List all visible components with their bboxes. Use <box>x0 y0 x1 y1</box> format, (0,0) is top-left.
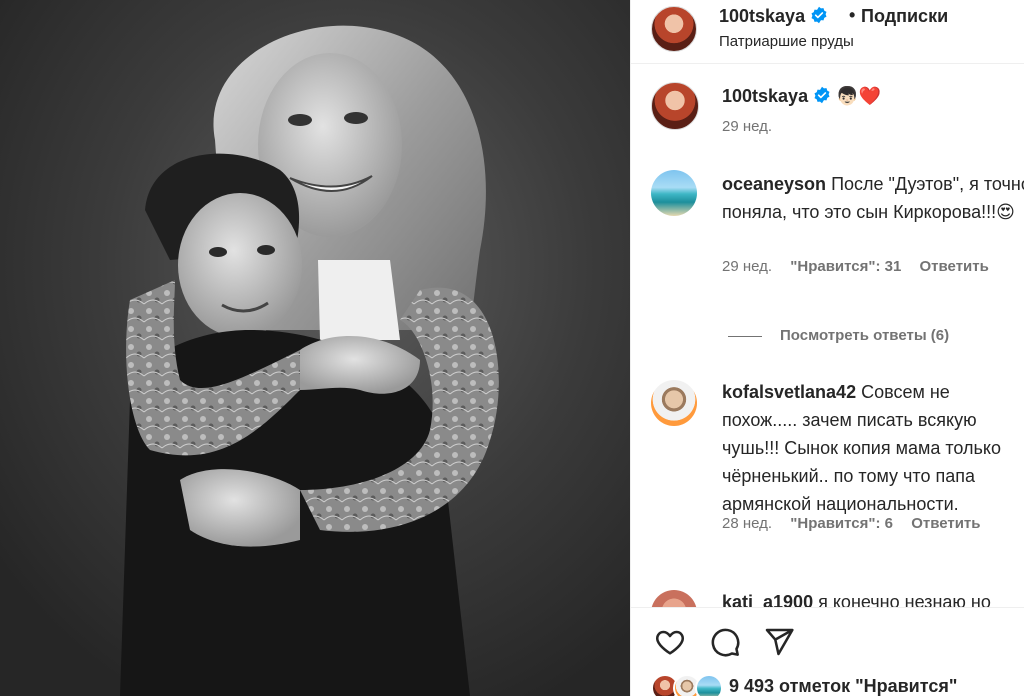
reply-button[interactable]: Ответить <box>911 515 980 532</box>
view-replies-label[interactable]: Посмотреть ответы (6) <box>780 327 949 344</box>
post-header: 100tskaya • Подписки Патриаршие пруды <box>631 0 1024 64</box>
comment-meta: 29 нед. "Нравится": 31 Ответить <box>722 258 1003 275</box>
header-separator: • <box>849 5 856 25</box>
caption-username[interactable]: 100tskaya <box>722 86 808 106</box>
replies-divider <box>728 335 762 337</box>
comment-body: kofalsvetlana42 Совсем не похож..... зач… <box>722 378 1024 518</box>
post-side-panel: 100tskaya • Подписки Патриаршие пруды 10… <box>630 0 1024 696</box>
comment-body: oceaneyson После "Дуэтов", я точно понял… <box>722 170 1024 226</box>
comments-list[interactable]: 100tskaya 👦🏻❤️ 29 нед. oceaneyson После … <box>631 64 1024 607</box>
following-button[interactable]: Подписки <box>861 6 948 27</box>
comment-icon[interactable] <box>709 626 741 658</box>
likes-count[interactable]: 9 493 отметок "Нравится" <box>729 676 957 696</box>
comment-username[interactable]: kati_a1900 <box>722 592 813 607</box>
comment-text: я конечно незнаю но <box>818 592 991 607</box>
comment-username[interactable]: kofalsvetlana42 <box>722 382 856 402</box>
caption-avatar[interactable] <box>651 82 699 130</box>
comment-avatar[interactable] <box>651 380 697 426</box>
comment-likes[interactable]: "Нравится": 6 <box>790 515 893 532</box>
comment-time[interactable]: 28 нед. <box>722 515 772 532</box>
comment-avatar[interactable] <box>651 590 697 607</box>
caption-meta: 29 нед. <box>722 118 786 135</box>
verified-badge-icon <box>814 86 830 104</box>
liker-avatar <box>695 674 723 696</box>
comment-meta: 28 нед. "Нравится": 6 Ответить <box>722 515 995 532</box>
post-actions-bar: 9 493 отметок "Нравится" <box>631 607 1024 696</box>
author-username[interactable]: 100tskaya <box>719 6 805 26</box>
caption-text: 👦🏻❤️ <box>836 86 881 106</box>
caption-time[interactable]: 29 нед. <box>722 118 772 135</box>
comment-time[interactable]: 29 нед. <box>722 258 772 275</box>
share-icon[interactable] <box>763 626 795 658</box>
post-photo[interactable] <box>0 0 630 696</box>
comment-avatar[interactable] <box>651 170 697 216</box>
caption-body: 100tskaya 👦🏻❤️ <box>722 82 1024 110</box>
view-replies-button[interactable]: Посмотреть ответы (6) <box>728 327 949 344</box>
comment-likes[interactable]: "Нравится": 31 <box>790 258 901 275</box>
comment-body: kati_a1900 я конечно незнаю но <box>722 588 1024 607</box>
author-username-row[interactable]: 100tskaya <box>719 6 828 27</box>
photo-illustration <box>0 0 630 696</box>
comment-username[interactable]: oceaneyson <box>722 174 826 194</box>
reply-button[interactable]: Ответить <box>920 258 989 275</box>
author-avatar[interactable] <box>651 6 697 52</box>
heart-icon[interactable] <box>653 626 687 658</box>
verified-badge-icon <box>811 6 827 24</box>
location-link[interactable]: Патриаршие пруды <box>719 33 854 50</box>
